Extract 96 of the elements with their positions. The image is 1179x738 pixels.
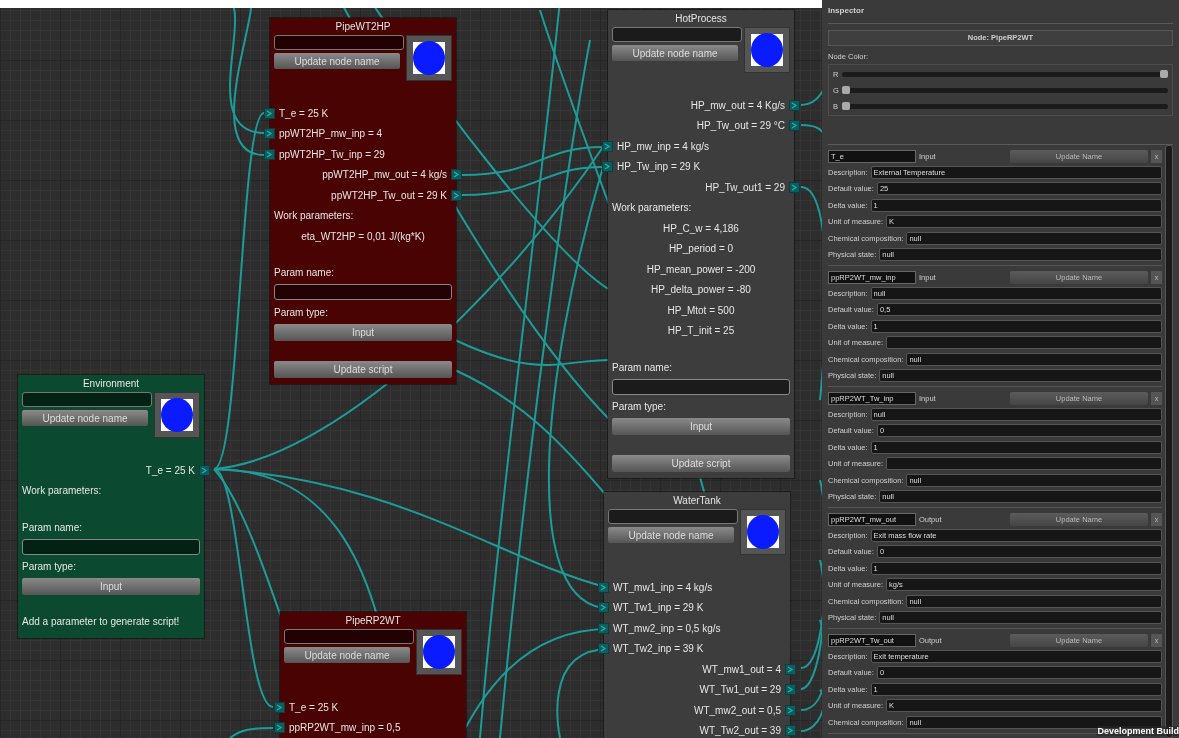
node-name-field[interactable]: [612, 27, 742, 42]
param-type-button[interactable]: Input: [612, 418, 790, 435]
input-port-label: HP_Tw_inp = 29 K: [617, 161, 701, 173]
param-name-field[interactable]: [274, 284, 452, 300]
output-port-label: HP_mw_out = 4 Kg/s: [690, 99, 785, 111]
update-node-name-button[interactable]: Update node name: [284, 647, 410, 663]
section-heading: Work parameters:: [22, 485, 102, 497]
color-slider[interactable]: [842, 87, 1168, 93]
input-port-label: WT_mw2_inp = 0,5 kg/s: [613, 622, 721, 634]
update-node-name-button[interactable]: Update node name: [274, 53, 400, 69]
port-icon[interactable]: [598, 643, 609, 655]
port-icon[interactable]: [451, 169, 462, 181]
update-node-name-button[interactable]: Update node name: [608, 527, 734, 543]
node-name-field[interactable]: [22, 392, 152, 407]
section-heading: Work parameters:: [274, 210, 354, 222]
input-port-label: ppRP2WT_mw_inp = 0,5: [289, 722, 401, 734]
output-port-label: WT_Tw2_out = 39: [699, 725, 781, 737]
param-type-button[interactable]: Input: [22, 578, 200, 595]
port-icon[interactable]: [598, 602, 609, 614]
field-label: Param type:: [274, 306, 328, 318]
property-field[interactable]: [886, 457, 1162, 471]
node-title: Environment: [81, 377, 141, 391]
port-icon[interactable]: [274, 722, 285, 734]
update-script-button[interactable]: Update script: [612, 455, 790, 472]
output-port-label: ppWT2HP_Tw_out = 29 K: [331, 189, 447, 201]
port-icon[interactable]: [598, 581, 609, 593]
port-icon[interactable]: [785, 725, 796, 737]
work-parameter: eta_WT2HP = 0,01 J/(kg*K): [301, 230, 425, 242]
field-label: Param type:: [22, 561, 76, 573]
param-name-field[interactable]: [22, 538, 200, 555]
slider-thumb[interactable]: [1160, 69, 1168, 78]
port-icon[interactable]: [789, 181, 800, 193]
output-port-label: WT_Tw1_out = 29: [699, 684, 781, 696]
port-icon[interactable]: [264, 128, 275, 140]
node-title: HotProcess: [674, 12, 728, 26]
work-parameter: HP_Mtot = 500: [667, 304, 735, 316]
work-parameter: HP_delta_power = -80: [651, 284, 751, 296]
node-background[interactable]: [604, 492, 790, 738]
port-icon[interactable]: [789, 120, 800, 132]
output-port-label: WT_mw1_out = 4: [702, 663, 781, 675]
port-icon[interactable]: [602, 161, 613, 173]
field-label: Param name:: [274, 267, 335, 279]
work-parameter: HP_C_w = 4,186: [663, 222, 739, 234]
node-name-field[interactable]: [274, 35, 404, 50]
node-name-field[interactable]: [608, 509, 738, 524]
update-node-name-button[interactable]: Update node name: [22, 410, 148, 426]
input-port-label: WT_Tw2_inp = 39 K: [613, 643, 704, 655]
output-port-label: WT_mw2_out = 0,5: [694, 704, 781, 716]
port-icon[interactable]: [451, 189, 462, 201]
node-title: PipeRP2WT: [344, 614, 402, 628]
work-parameter: HP_T_init = 25: [667, 325, 735, 337]
work-parameter: HP_mean_power = -200: [646, 263, 756, 275]
section-heading: Work parameters:: [612, 202, 692, 214]
color-swatch[interactable]: [154, 392, 200, 438]
hint-text: Add a parameter to generate script!: [22, 615, 180, 627]
node-title: PipeWT2HP: [334, 20, 392, 34]
color-swatch[interactable]: [740, 509, 786, 555]
port-icon[interactable]: [274, 701, 285, 713]
port-icon[interactable]: [785, 684, 796, 696]
color-slider[interactable]: [842, 71, 1168, 77]
port-icon[interactable]: [598, 622, 609, 634]
output-port-label: HP_Tw_out1 = 29: [705, 181, 785, 193]
port-icon[interactable]: [602, 140, 613, 152]
color-swatch[interactable]: [744, 27, 790, 73]
input-port-label: ppWT2HP_Tw_inp = 29: [279, 148, 385, 160]
port-icon[interactable]: [785, 704, 796, 716]
property-field[interactable]: [886, 336, 1162, 350]
slider-thumb[interactable]: [842, 85, 850, 94]
color-swatch[interactable]: [416, 629, 462, 675]
port-icon[interactable]: [264, 148, 275, 160]
input-port-label: HP_mw_inp = 4 kg/s: [617, 140, 709, 152]
node-name-field[interactable]: [284, 629, 414, 644]
output-port-label: HP_Tw_out = 29 °C: [696, 120, 785, 132]
field-label: Param name:: [22, 521, 83, 533]
output-port-label: T_e = 25 K: [145, 464, 195, 476]
panel-title: Inspector: [828, 6, 865, 17]
slider-thumb[interactable]: [842, 101, 850, 110]
update-node-name-button[interactable]: Update node name: [612, 45, 738, 61]
input-port-label: T_e = 25 K: [289, 701, 339, 713]
input-port-label: T_e = 25 K: [279, 107, 329, 119]
field-label: Param type:: [612, 401, 666, 413]
port-icon[interactable]: [199, 464, 210, 476]
param-name-field[interactable]: [612, 378, 790, 395]
work-parameter: HP_period = 0: [668, 243, 734, 255]
output-port-label: ppWT2HP_mw_out = 4 kg/s: [322, 169, 447, 181]
color-swatch[interactable]: [406, 35, 452, 81]
input-port-label: WT_Tw1_inp = 29 K: [613, 602, 704, 614]
input-port-label: WT_mw1_inp = 4 kg/s: [613, 581, 713, 593]
node-title: WaterTank: [672, 494, 722, 508]
build-label: Development Build: [1097, 726, 1179, 736]
input-port-label: ppWT2HP_mw_inp = 4: [279, 128, 383, 140]
field-label: Param name:: [612, 361, 673, 373]
color-slider[interactable]: [842, 103, 1168, 109]
port-icon[interactable]: [785, 663, 796, 675]
port-icon[interactable]: [789, 99, 800, 111]
port-icon[interactable]: [264, 107, 275, 119]
